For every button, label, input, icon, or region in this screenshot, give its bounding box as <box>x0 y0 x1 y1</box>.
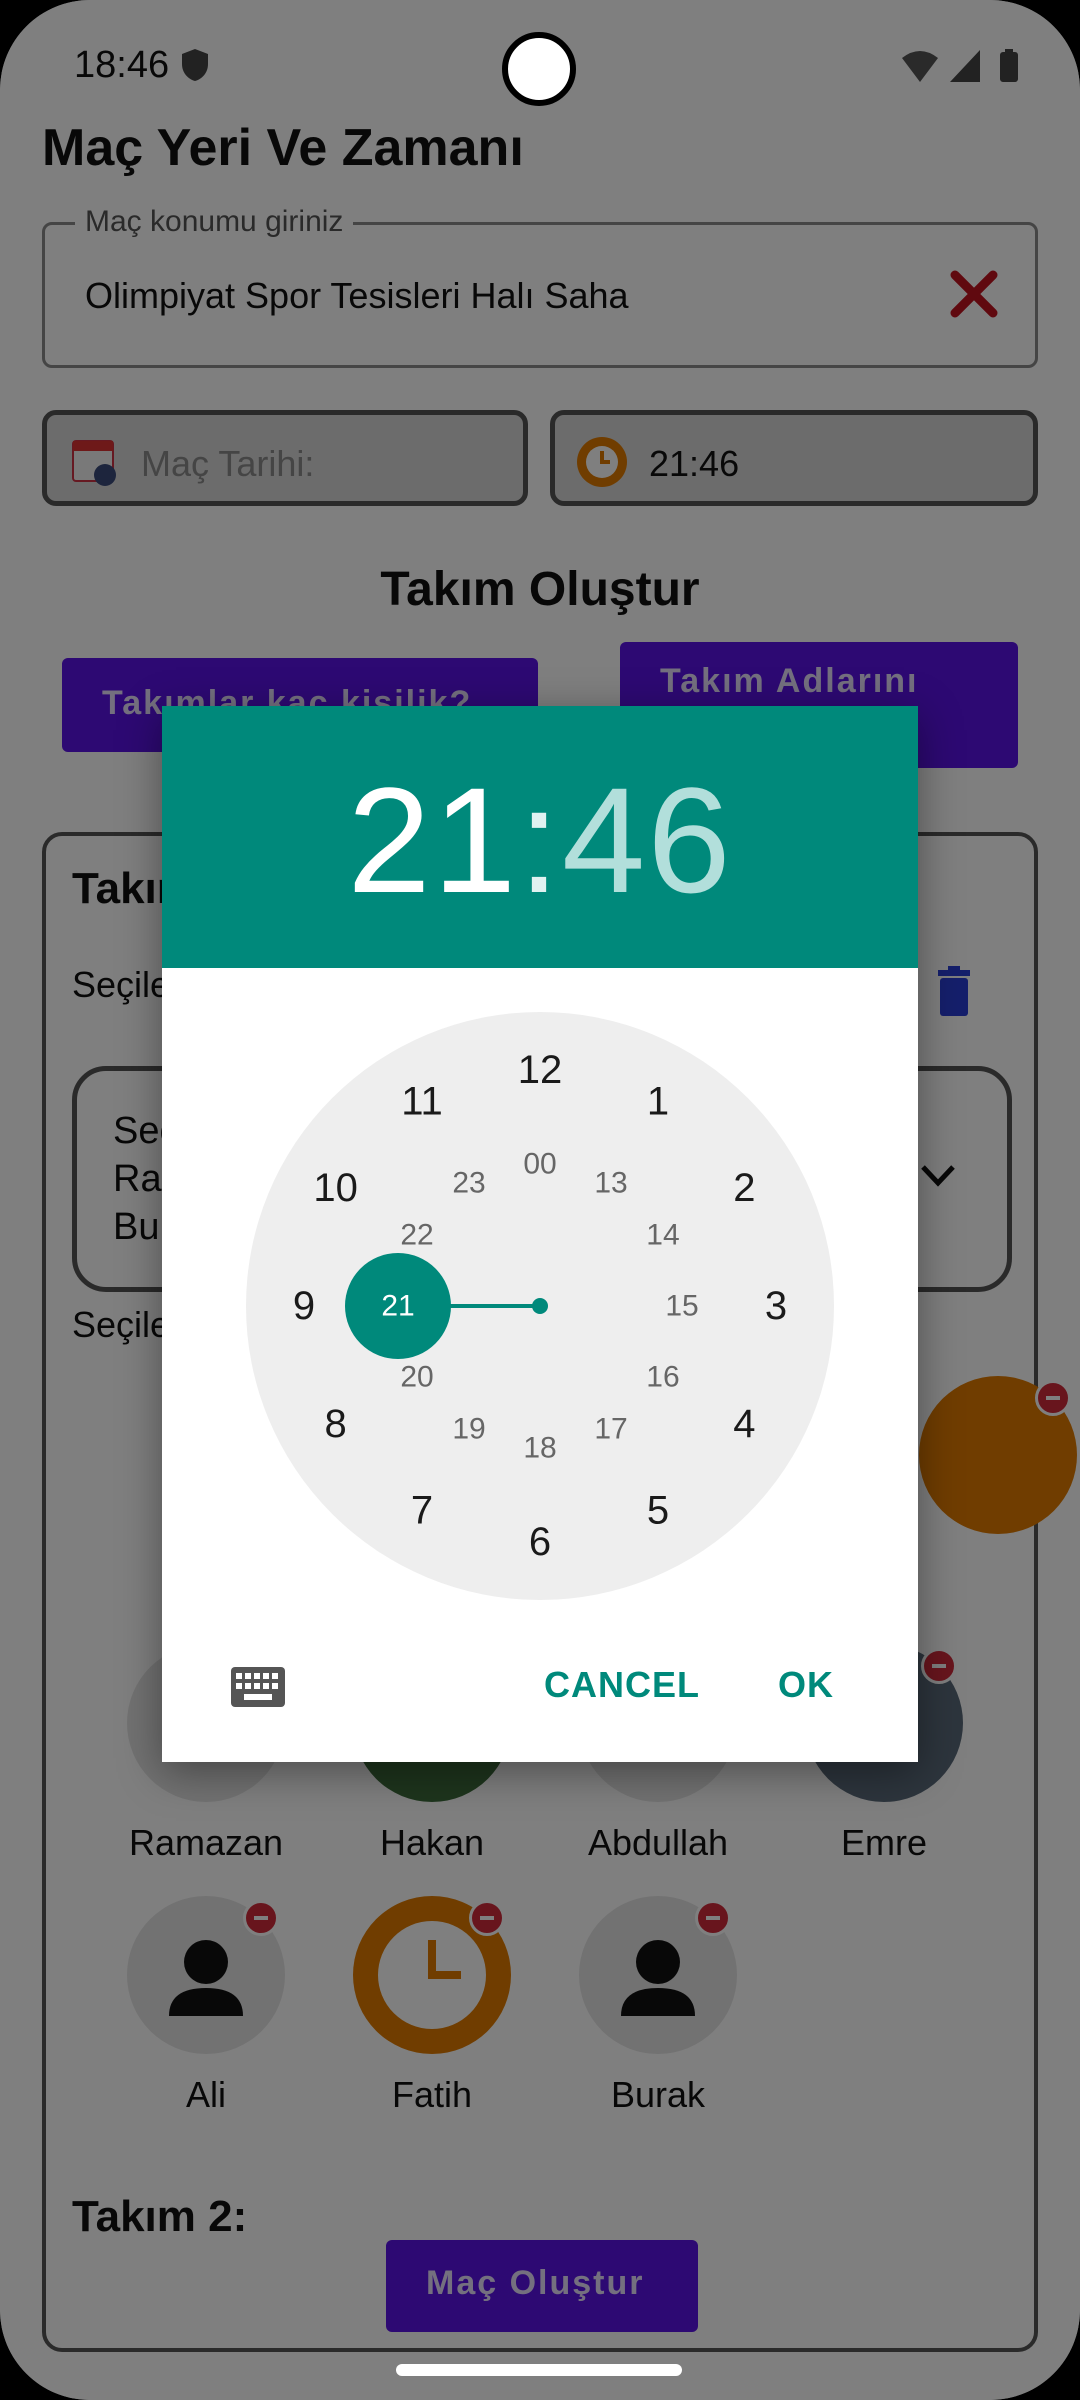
dialog-time-display: 21:46 <box>162 754 918 927</box>
clock-number-selected[interactable]: 21 <box>381 1290 414 1323</box>
phone-screen: 18:46 Maç Yeri Ve Zamanı Maç konumu giri… <box>0 0 1080 2400</box>
clock-number-outer[interactable]: 12 <box>518 1048 563 1092</box>
clock-number-outer[interactable]: 10 <box>313 1166 358 1210</box>
hour-display[interactable]: 21 <box>347 756 518 924</box>
clock-number-inner[interactable]: 13 <box>594 1167 627 1200</box>
keyboard-icon[interactable] <box>230 1666 286 1708</box>
clock-number-inner[interactable]: 16 <box>646 1361 679 1394</box>
clock-number-outer[interactable]: 4 <box>733 1402 755 1446</box>
clock-center-dot <box>532 1298 548 1314</box>
clock-number-inner[interactable]: 20 <box>400 1361 433 1394</box>
camera-cutout <box>502 32 576 106</box>
minute-display[interactable]: 46 <box>562 756 733 924</box>
time-picker-dialog: 21:46 12 1 2 3 4 5 6 7 8 9 10 11 00 13 14 15 16 17 18 19 20 2… <box>162 706 918 1762</box>
dialog-actions: CANCEL OK <box>162 1656 918 1736</box>
clock-face[interactable]: 121234567891011001314151617181920212223 <box>246 1012 834 1600</box>
clock-number-inner[interactable]: 22 <box>400 1219 433 1252</box>
clock-number-outer[interactable]: 1 <box>647 1080 669 1124</box>
cancel-button[interactable]: CANCEL <box>544 1664 700 1706</box>
clock-number-outer[interactable]: 8 <box>324 1402 346 1446</box>
clock-number-inner[interactable]: 14 <box>646 1219 679 1252</box>
clock-dial[interactable]: 12 1 2 3 4 5 6 7 8 9 10 11 00 13 14 15 16 17 18 19 20 21 22 23 <box>246 1012 834 1600</box>
clock-number-outer[interactable]: 2 <box>733 1166 755 1210</box>
ok-button[interactable]: OK <box>778 1664 834 1706</box>
clock-number-inner[interactable]: 19 <box>452 1412 485 1445</box>
clock-number-inner[interactable]: 17 <box>594 1412 627 1445</box>
clock-number-outer[interactable]: 6 <box>529 1520 551 1564</box>
home-indicator[interactable] <box>396 2364 682 2376</box>
clock-number-outer[interactable]: 9 <box>293 1284 315 1328</box>
clock-number-outer[interactable]: 3 <box>765 1284 787 1328</box>
clock-number-outer[interactable]: 5 <box>647 1488 669 1532</box>
time-separator: : <box>518 756 562 924</box>
clock-number-outer[interactable]: 7 <box>411 1488 433 1532</box>
clock-number-inner[interactable]: 23 <box>452 1167 485 1200</box>
clock-number-outer[interactable]: 11 <box>401 1080 443 1124</box>
clock-number-inner[interactable]: 00 <box>523 1148 556 1181</box>
dialog-header: 21:46 <box>162 706 918 968</box>
clock-number-inner[interactable]: 18 <box>523 1432 556 1465</box>
clock-number-inner[interactable]: 15 <box>665 1290 698 1323</box>
